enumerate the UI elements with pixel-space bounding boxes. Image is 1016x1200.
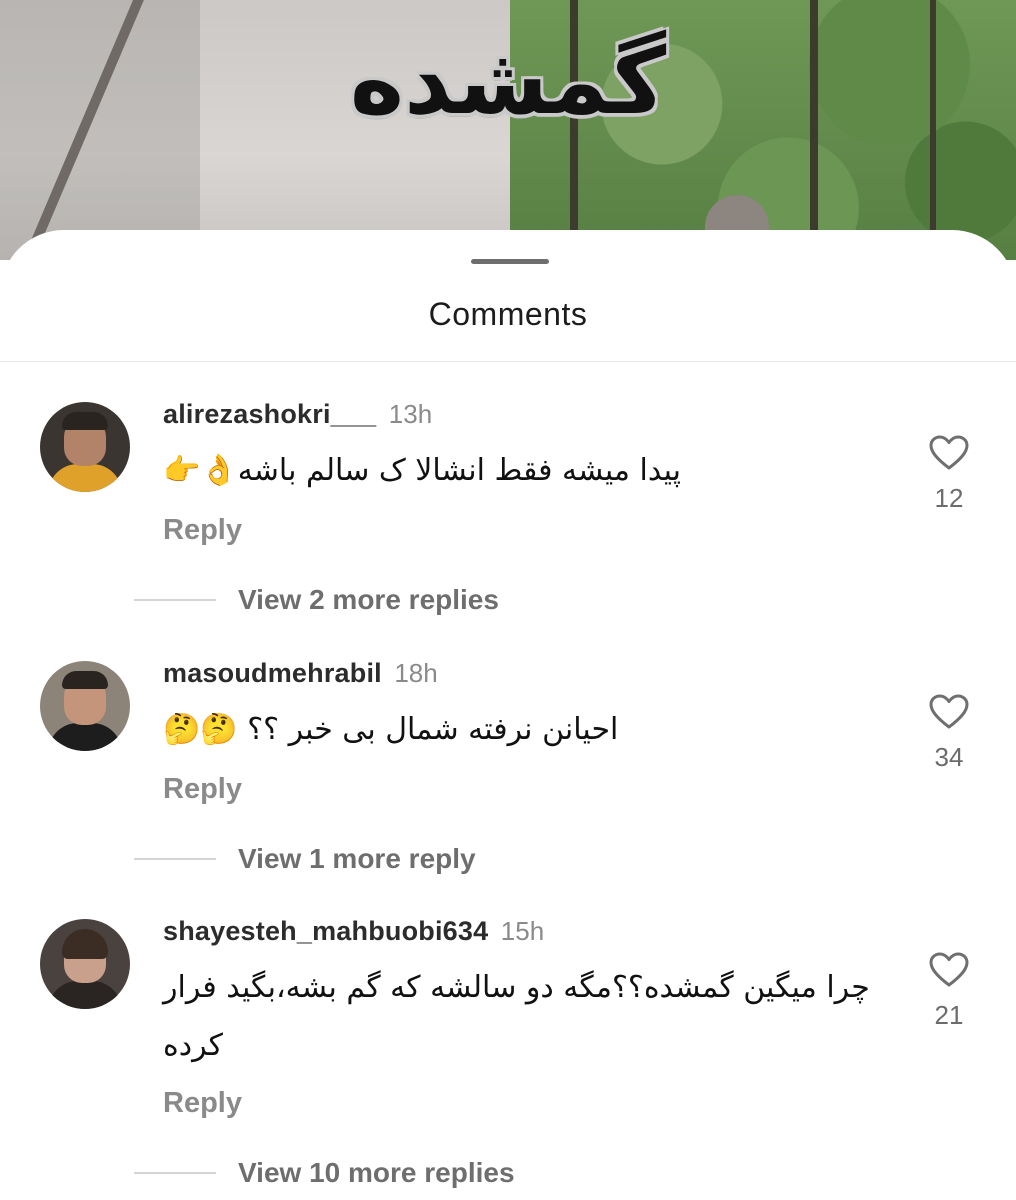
avatar[interactable] — [40, 919, 130, 1009]
like-count: 12 — [934, 483, 964, 513]
comment-text: پیدا میشه فقط انشالا ک سالم باشه👌👉 — [163, 453, 682, 488]
like-count: 21 — [934, 1000, 964, 1030]
timestamp: 18h — [394, 658, 438, 688]
heart-icon — [929, 694, 969, 729]
like-button[interactable]: 34 — [925, 694, 973, 773]
reply-button[interactable]: Reply — [163, 773, 242, 806]
heart-icon — [929, 952, 969, 987]
video-preview[interactable]: گمشده — [0, 0, 1016, 260]
comment-meta: shayesteh_mahbuobi634 15h — [163, 916, 544, 947]
replies-divider-line — [134, 599, 216, 601]
timestamp: 13h — [388, 399, 433, 429]
avatar[interactable] — [40, 661, 130, 751]
view-more-replies[interactable]: View 2 more replies — [134, 584, 499, 616]
avatar-shirt — [48, 981, 122, 1009]
view-more-label: View 2 more replies — [238, 584, 499, 615]
reply-button[interactable]: Reply — [163, 514, 242, 547]
video-title: گمشده — [349, 28, 667, 135]
like-count: 34 — [934, 742, 964, 772]
comment-text: چرا میگین گمشده؟؟مگه دو سالشه که گم بشه،… — [163, 970, 870, 1063]
comment-meta: masoudmehrabil 18h — [163, 658, 438, 689]
header-divider — [0, 361, 1016, 362]
view-more-label: View 10 more replies — [238, 1157, 515, 1188]
sheet-title: Comments — [428, 296, 588, 332]
like-button[interactable]: 21 — [925, 952, 973, 1031]
drag-handle[interactable] — [471, 259, 549, 264]
reply-button[interactable]: Reply — [163, 1087, 242, 1120]
view-more-replies[interactable]: View 10 more replies — [134, 1157, 515, 1189]
timestamp: 15h — [500, 916, 545, 946]
comment-text: احیانن نرفته شمال بی خبر ؟؟ 🤔🤔 — [163, 712, 619, 747]
like-button[interactable]: 12 — [925, 435, 973, 514]
username[interactable]: shayesteh_mahbuobi634 — [163, 916, 488, 946]
avatar-hair — [62, 412, 108, 430]
comments-sheet: Comments alirezashokri___ 13h پیدا میشه … — [0, 230, 1016, 1200]
username[interactable]: masoudmehrabil — [163, 658, 382, 688]
view-more-replies[interactable]: View 1 more reply — [134, 843, 476, 875]
avatar-hair — [62, 929, 108, 959]
comment-meta: alirezashokri___ 13h — [163, 399, 432, 430]
avatar-hair — [62, 671, 108, 689]
avatar-shirt — [48, 723, 122, 751]
replies-divider-line — [134, 1172, 216, 1174]
avatar[interactable] — [40, 402, 130, 492]
username[interactable]: alirezashokri___ — [163, 399, 376, 429]
avatar-shirt — [48, 464, 122, 492]
heart-icon — [929, 435, 969, 470]
view-more-label: View 1 more reply — [238, 843, 476, 874]
replies-divider-line — [134, 858, 216, 860]
